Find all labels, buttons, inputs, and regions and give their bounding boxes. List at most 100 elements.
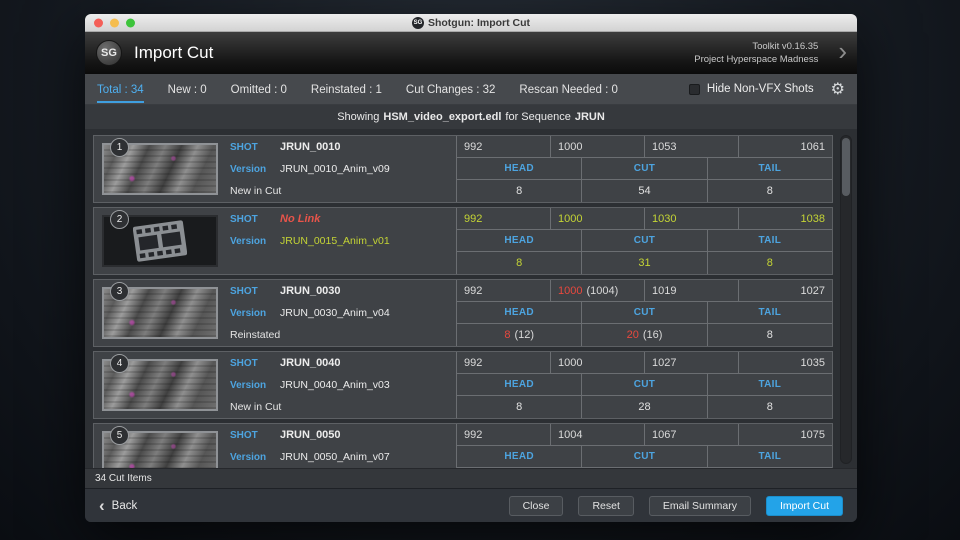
thumbnail-wrap: 1 xyxy=(94,136,226,202)
frame-cell: 1000 xyxy=(550,136,644,158)
tab-reinstated[interactable]: Reinstated : 1 xyxy=(311,76,382,103)
thumbnail-wrap: 5 xyxy=(94,424,226,468)
cut-item-row[interactable]: 5 xyxy=(93,423,833,468)
tab-rescan[interactable]: Rescan Needed : 0 xyxy=(519,76,617,103)
frame-values-row: 992 1004 1067 1075 xyxy=(456,424,832,446)
showing-middle: for Sequence xyxy=(505,111,570,123)
row-status: Reinstated xyxy=(230,324,456,346)
shot-label: SHOT xyxy=(230,430,280,441)
duration-header: HEAD xyxy=(456,158,581,180)
gear-icon[interactable]: ⚙ xyxy=(831,81,845,97)
version-value: JRUN_0050_Anim_v07 xyxy=(280,451,390,463)
duration-header: TAIL xyxy=(707,302,832,324)
frame-cell: 1038 xyxy=(738,208,832,230)
tab-new[interactable]: New : 0 xyxy=(168,76,207,103)
hide-nonvfx-checkbox[interactable] xyxy=(689,84,700,95)
cut-item-row[interactable]: 1 xyxy=(93,135,833,203)
cut-item-row[interactable]: 2 xyxy=(93,207,833,275)
duration-header: HEAD xyxy=(456,302,581,324)
shot-label: SHOT xyxy=(230,358,280,369)
import-cut-button[interactable]: Import Cut xyxy=(766,496,843,516)
close-button[interactable]: Close xyxy=(509,496,564,516)
duration-cell: 8 xyxy=(707,396,832,418)
window-title-text: Shotgun: Import Cut xyxy=(428,17,530,29)
shot-info: SHOT JRUN_0040 Version JRUN_0040_Anim_v0… xyxy=(226,352,456,418)
filter-right: Hide Non-VFX Shots ⚙ xyxy=(689,81,845,97)
tab-cut[interactable]: Cut Changes : 32 xyxy=(406,76,496,103)
tab-total[interactable]: Total : 34 xyxy=(97,76,144,103)
shot-label: SHOT xyxy=(230,286,280,297)
traffic-lights xyxy=(94,18,135,27)
close-window-button[interactable] xyxy=(94,18,103,27)
duration-header: TAIL xyxy=(707,374,832,396)
sequence-name: JRUN xyxy=(575,111,605,123)
frame-cell: 1000 xyxy=(550,208,644,230)
zoom-window-button[interactable] xyxy=(126,18,135,27)
frame-cell: 1035 xyxy=(738,352,832,374)
cut-items-count: 34 Cut Items xyxy=(95,473,152,484)
version-value: JRUN_0015_Anim_v01 xyxy=(280,235,390,247)
filmstrip-icon xyxy=(133,219,187,263)
duration-header: CUT xyxy=(581,302,706,324)
shot-label: SHOT xyxy=(230,214,280,225)
frame-values-row: 992 1000 1030 1038 xyxy=(456,208,832,230)
duration-header: CUT xyxy=(581,230,706,252)
showing-prefix: Showing xyxy=(337,111,379,123)
duration-cell: 8(12) xyxy=(456,324,581,346)
frame-cell: 1004 xyxy=(550,424,644,446)
duration-header: CUT xyxy=(581,374,706,396)
cut-item-row[interactable]: 3 xyxy=(93,279,833,347)
frame-cell: 1030 xyxy=(644,208,738,230)
chevron-right-icon[interactable]: › xyxy=(838,41,849,66)
version-label: Version xyxy=(230,452,280,463)
shot-value: JRUN_0030 xyxy=(280,285,341,297)
row-number-badge: 1 xyxy=(110,138,129,157)
duration-cell: 54 xyxy=(581,180,706,202)
duration-header: TAIL xyxy=(707,446,832,468)
version-value: JRUN_0010_Anim_v09 xyxy=(280,163,390,175)
hide-nonvfx-label: Hide Non-VFX Shots xyxy=(707,83,814,95)
frame-cell: 992 xyxy=(456,208,550,230)
page-title: Import Cut xyxy=(134,43,213,63)
shotgun-app-icon: SG xyxy=(412,17,424,29)
shot-value: JRUN_0050 xyxy=(280,429,341,441)
duration-header: TAIL xyxy=(707,230,832,252)
duration-cell: 8 xyxy=(456,252,581,274)
row-status xyxy=(230,252,456,274)
frame-values-row: 992 1000 1027 1035 xyxy=(456,352,832,374)
minimize-window-button[interactable] xyxy=(110,18,119,27)
frame-cell: 992 xyxy=(456,424,550,446)
vertical-scrollbar[interactable] xyxy=(840,135,852,464)
header-meta: Toolkit v0.16.35 Project Hyperspace Madn… xyxy=(694,40,828,67)
shot-info: SHOT No Link Version JRUN_0015_Anim_v01 xyxy=(226,208,456,274)
version-value: JRUN_0030_Anim_v04 xyxy=(280,307,390,319)
email-summary-button[interactable]: Email Summary xyxy=(649,496,751,516)
version-label: Version xyxy=(230,164,280,175)
scrollbar-thumb[interactable] xyxy=(842,138,850,196)
showing-bar: Showing HSM_video_export.edl for Sequenc… xyxy=(85,105,857,129)
status-bar: 34 Cut Items xyxy=(85,468,857,488)
app-header: SG Import Cut Toolkit v0.16.35 Project H… xyxy=(85,32,857,74)
tab-omitted[interactable]: Omitted : 0 xyxy=(231,76,287,103)
shot-info: SHOT JRUN_0050 Version JRUN_0050_Anim_v0… xyxy=(226,424,456,468)
duration-headers-row: HEAD CUT TAIL xyxy=(456,158,832,180)
cut-item-row[interactable]: 4 xyxy=(93,351,833,419)
cut-rows: 1 xyxy=(93,135,833,468)
back-button[interactable]: ‹ Back xyxy=(99,497,137,514)
duration-header: HEAD xyxy=(456,230,581,252)
duration-headers-row: HEAD CUT TAIL xyxy=(456,374,832,396)
row-status: New in Cut xyxy=(230,396,456,418)
frame-values-row: 992 1000(1004) 1019 1027 xyxy=(456,280,832,302)
thumbnail-wrap: 4 xyxy=(94,352,226,418)
duration-values-row: 8 54 8 xyxy=(456,180,832,202)
frame-cell: 1019 xyxy=(644,280,738,302)
version-value: JRUN_0040_Anim_v03 xyxy=(280,379,390,391)
shot-value: No Link xyxy=(280,213,320,225)
duration-cell: 8 xyxy=(707,324,832,346)
row-number-badge: 3 xyxy=(110,282,129,301)
toolkit-version: Toolkit v0.16.35 xyxy=(694,40,818,53)
import-cut-window: SG Shotgun: Import Cut SG Import Cut Too… xyxy=(85,14,857,522)
duration-cell: 8 xyxy=(456,180,581,202)
action-buttons: Close Reset Email Summary Import Cut xyxy=(509,496,843,516)
reset-button[interactable]: Reset xyxy=(578,496,633,516)
